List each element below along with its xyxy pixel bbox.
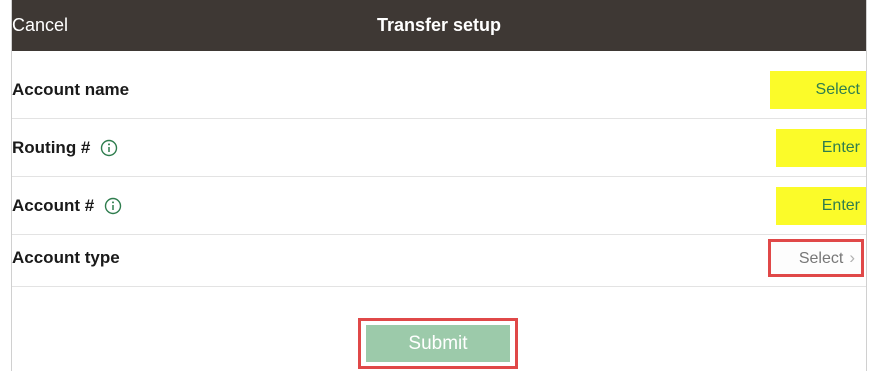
page-title: Transfer setup [376,15,502,35]
account-name-row[interactable]: Account name Select [12,61,866,119]
routing-number-row[interactable]: Routing # Enter [12,119,866,177]
account-name-label: Account name [12,61,129,119]
submit-button[interactable]: Submit [366,325,510,362]
chevron-right-icon: › [849,248,855,267]
account-type-row[interactable]: Account type Select › [12,229,866,287]
account-number-label: Account # [12,177,122,235]
routing-number-input[interactable]: Enter [776,129,866,167]
account-type-label: Account type [12,229,120,287]
account-type-select[interactable]: Select › [768,239,864,277]
account-type-select-label: Select [798,250,844,267]
account-name-select[interactable]: Select [770,71,866,109]
account-type-label-text: Account type [12,248,120,267]
account-number-row[interactable]: Account # Enter [12,177,866,235]
account-number-label-text: Account # [12,196,95,215]
info-icon[interactable] [104,197,122,215]
navigation-bar: Cancel Transfer setup [12,0,866,51]
submit-button-outline: Submit [358,318,518,369]
transfer-setup-screen: Cancel Transfer setup Account name Selec… [11,0,867,371]
account-name-label-text: Account name [12,80,130,99]
routing-number-label: Routing # [12,119,118,177]
routing-number-label-text: Routing # [12,138,91,157]
info-icon[interactable] [100,139,118,157]
account-number-input[interactable]: Enter [776,187,866,225]
